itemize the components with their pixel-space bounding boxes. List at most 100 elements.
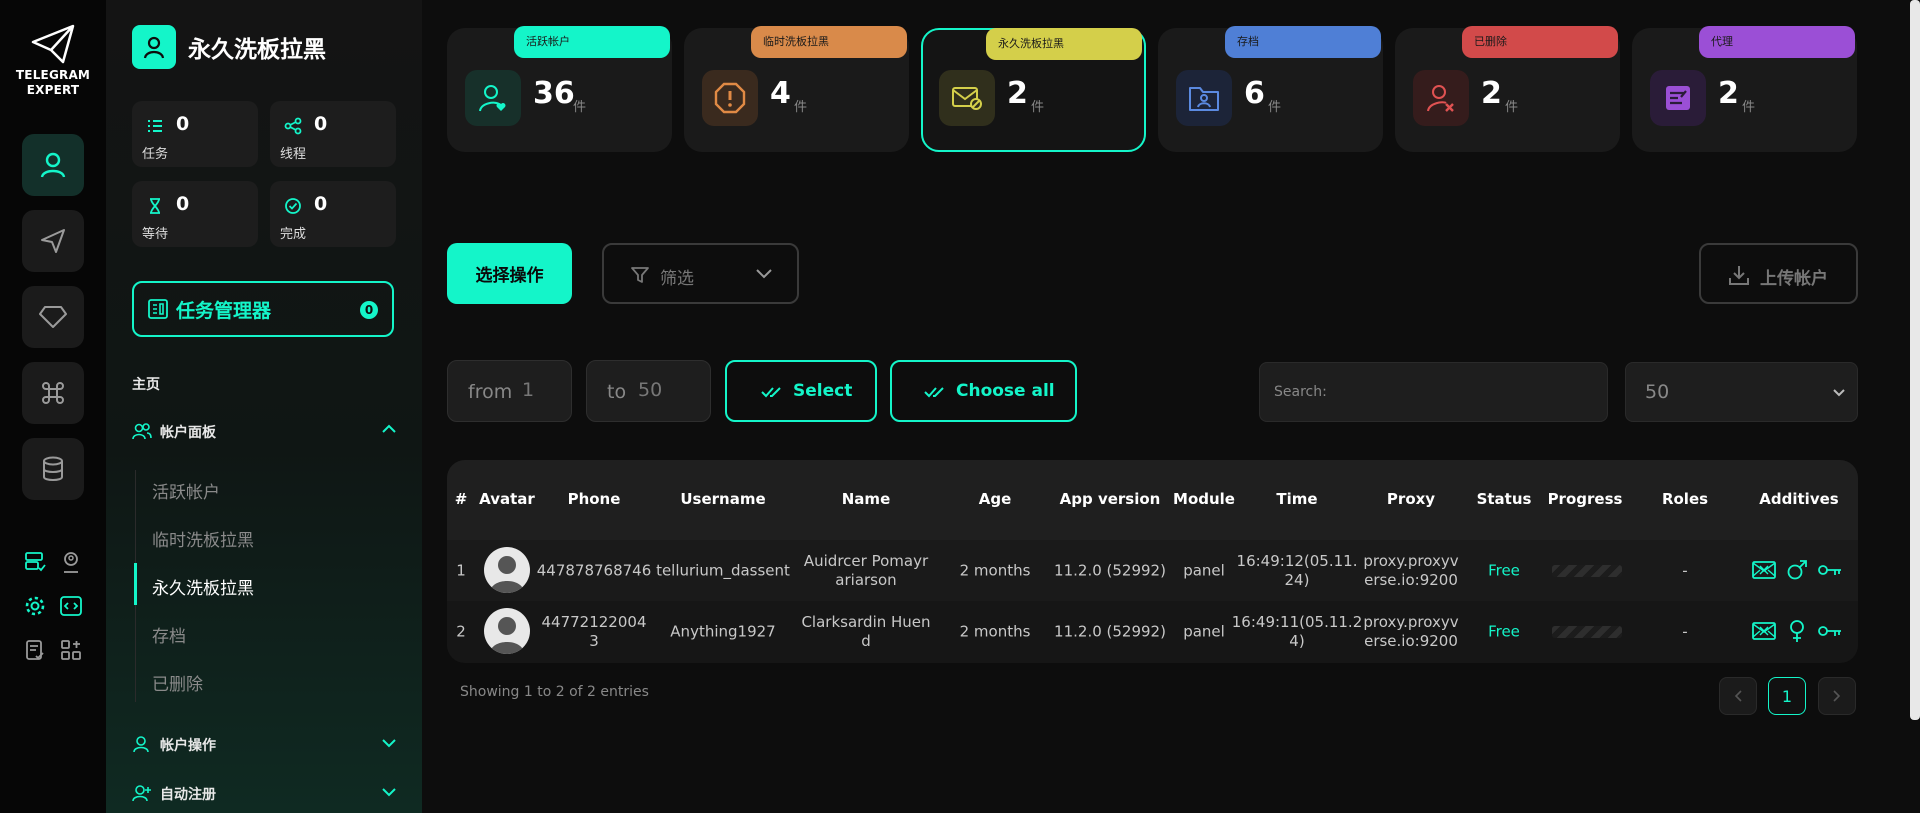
card-count: 4 bbox=[770, 76, 791, 111]
rail-accounts-button[interactable] bbox=[22, 134, 84, 196]
stat-waiting-value: 0 bbox=[176, 193, 190, 215]
page-scrollbar[interactable] bbox=[1910, 0, 1920, 720]
col-time[interactable]: Time bbox=[1276, 490, 1317, 508]
brand-user-icon bbox=[132, 25, 176, 69]
rail-tasks-button[interactable] bbox=[22, 637, 48, 663]
col-age[interactable]: Age bbox=[979, 490, 1012, 508]
table-row[interactable]: 1 447878768746 tellurium_dassent Auidrce… bbox=[447, 540, 1858, 601]
col-roles[interactable]: Roles bbox=[1662, 490, 1708, 508]
rail-database-button[interactable] bbox=[22, 438, 84, 500]
command-icon bbox=[42, 382, 64, 404]
row-phone-line1: 44772122004 bbox=[541, 613, 647, 631]
card-tag: 活跃帐户 bbox=[514, 26, 670, 58]
row-additives bbox=[1752, 617, 1842, 645]
upload-account-button[interactable]: 上传帐户 bbox=[1699, 243, 1858, 304]
col-app-version[interactable]: App version bbox=[1060, 490, 1161, 508]
nav-home[interactable]: 主页 bbox=[132, 374, 160, 394]
row-proxy: proxy.proxyv erse.io:9200 bbox=[1363, 552, 1458, 590]
female-icon[interactable] bbox=[1786, 619, 1808, 643]
rail-settings-button[interactable] bbox=[22, 593, 48, 619]
sidebar: 永久洗板拉黑 0 任务 0 线程 0 等待 0 完成 任务管理器 0 主页 帐户… bbox=[106, 0, 422, 813]
col-additives[interactable]: Additives bbox=[1759, 490, 1838, 508]
send-icon bbox=[41, 229, 65, 253]
rail-profile-button[interactable] bbox=[58, 549, 84, 575]
pagination-prev-button[interactable] bbox=[1719, 677, 1757, 715]
page-size-select[interactable]: 50 bbox=[1625, 362, 1858, 422]
table-row[interactable]: 2 44772122004 3 Anything1927 Clarksardin … bbox=[447, 601, 1858, 662]
task-manager-button[interactable]: 任务管理器 0 bbox=[132, 281, 394, 337]
row-proxy-line1: proxy.proxyv bbox=[1363, 613, 1459, 631]
nav-account-ops-label: 帐户操作 bbox=[160, 738, 216, 754]
col-username[interactable]: Username bbox=[680, 490, 765, 508]
card-archive[interactable]: 存档 6 件 bbox=[1158, 26, 1383, 152]
nav-account-panel-label: 帐户面板 bbox=[160, 425, 216, 441]
range-to-label: to bbox=[607, 381, 627, 403]
row-name-line1: Clarksardin Huen bbox=[801, 613, 931, 631]
range-to-input[interactable]: to 50 bbox=[586, 360, 711, 422]
row-phone-line2: 3 bbox=[589, 632, 599, 650]
nav-deleted[interactable]: 已删除 bbox=[152, 670, 203, 695]
search-input[interactable] bbox=[1259, 362, 1608, 422]
card-deleted[interactable]: 已删除 2 件 bbox=[1395, 26, 1620, 152]
card-proxy[interactable]: 代理 2 件 bbox=[1632, 26, 1857, 152]
mail-x-icon[interactable] bbox=[1752, 560, 1776, 580]
double-check-icon bbox=[761, 387, 781, 398]
col-module[interactable]: Module bbox=[1173, 490, 1235, 508]
card-permanent-ban[interactable]: 永久洗板拉黑 2 件 bbox=[921, 28, 1146, 152]
stat-done-label: 完成 bbox=[280, 227, 307, 242]
col-proxy[interactable]: Proxy bbox=[1387, 490, 1435, 508]
col-index[interactable]: # bbox=[455, 490, 468, 508]
server-check-icon bbox=[25, 552, 46, 572]
row-roles: - bbox=[1682, 622, 1688, 641]
select-action-button[interactable]: 选择操作 bbox=[447, 243, 572, 304]
accounts-table: # Avatar Phone Username Name Age App ver… bbox=[447, 460, 1858, 663]
card-unit: 件 bbox=[1268, 100, 1282, 115]
card-temp-ban[interactable]: 临时洗板拉黑 4 件 bbox=[684, 26, 909, 152]
user-remove-icon bbox=[1413, 70, 1469, 126]
pagination-page-1[interactable]: 1 bbox=[1768, 677, 1806, 715]
rail-server-button[interactable] bbox=[22, 549, 48, 575]
row-proxy-line2: erse.io:9200 bbox=[1364, 632, 1458, 650]
share-icon bbox=[284, 117, 302, 135]
row-proxy-line2: erse.io:9200 bbox=[1364, 571, 1458, 589]
col-status[interactable]: Status bbox=[1477, 490, 1532, 508]
card-unit: 件 bbox=[794, 100, 808, 115]
app-logo: TELEGRAM EXPERT bbox=[0, 24, 106, 98]
rail-premium-button[interactable] bbox=[22, 286, 84, 348]
col-avatar[interactable]: Avatar bbox=[479, 490, 535, 508]
filter-dropdown[interactable]: 筛选 bbox=[602, 243, 799, 304]
status-badge: Free bbox=[1488, 622, 1520, 641]
nav-temp-ban[interactable]: 临时洗板拉黑 bbox=[152, 526, 254, 551]
rail-send-button[interactable] bbox=[22, 210, 84, 272]
row-time-line2: 24) bbox=[1284, 571, 1310, 589]
mail-x-icon[interactable] bbox=[1752, 621, 1776, 641]
key-icon[interactable] bbox=[1818, 563, 1842, 577]
chevron-up-icon bbox=[382, 424, 396, 433]
row-username: Anything1927 bbox=[670, 622, 776, 641]
stat-done: 0 完成 bbox=[270, 181, 396, 247]
choose-all-button[interactable]: Choose all bbox=[890, 360, 1077, 422]
select-range-button[interactable]: Select bbox=[725, 360, 877, 422]
key-icon[interactable] bbox=[1818, 624, 1842, 638]
row-app-version: 11.2.0 (52992) bbox=[1054, 561, 1166, 580]
rail-command-button[interactable] bbox=[22, 362, 84, 424]
col-phone[interactable]: Phone bbox=[568, 490, 621, 508]
nav-permanent-ban[interactable]: 永久洗板拉黑 bbox=[152, 574, 254, 599]
chevron-down-icon bbox=[382, 739, 396, 748]
col-progress[interactable]: Progress bbox=[1548, 490, 1623, 508]
range-from-label: from bbox=[468, 381, 513, 403]
male-icon[interactable] bbox=[1786, 559, 1808, 581]
row-name-line1: Auidrcer Pomayr bbox=[803, 552, 929, 570]
rail-code-button[interactable] bbox=[58, 593, 84, 619]
card-active-accounts[interactable]: 活跃帐户 36 件 bbox=[447, 26, 672, 152]
stat-threads: 0 线程 bbox=[270, 101, 396, 167]
rail-apps-button[interactable] bbox=[58, 637, 84, 663]
range-from-input[interactable]: from 1 bbox=[447, 360, 572, 422]
nav-active-accounts[interactable]: 活跃帐户 bbox=[152, 478, 220, 503]
pagination-next-button[interactable] bbox=[1818, 677, 1856, 715]
stat-tasks: 0 任务 bbox=[132, 101, 258, 167]
task-manager-badge: 0 bbox=[360, 301, 378, 319]
user-icon bbox=[40, 152, 66, 178]
nav-archive[interactable]: 存档 bbox=[152, 622, 186, 647]
col-name[interactable]: Name bbox=[842, 490, 890, 508]
